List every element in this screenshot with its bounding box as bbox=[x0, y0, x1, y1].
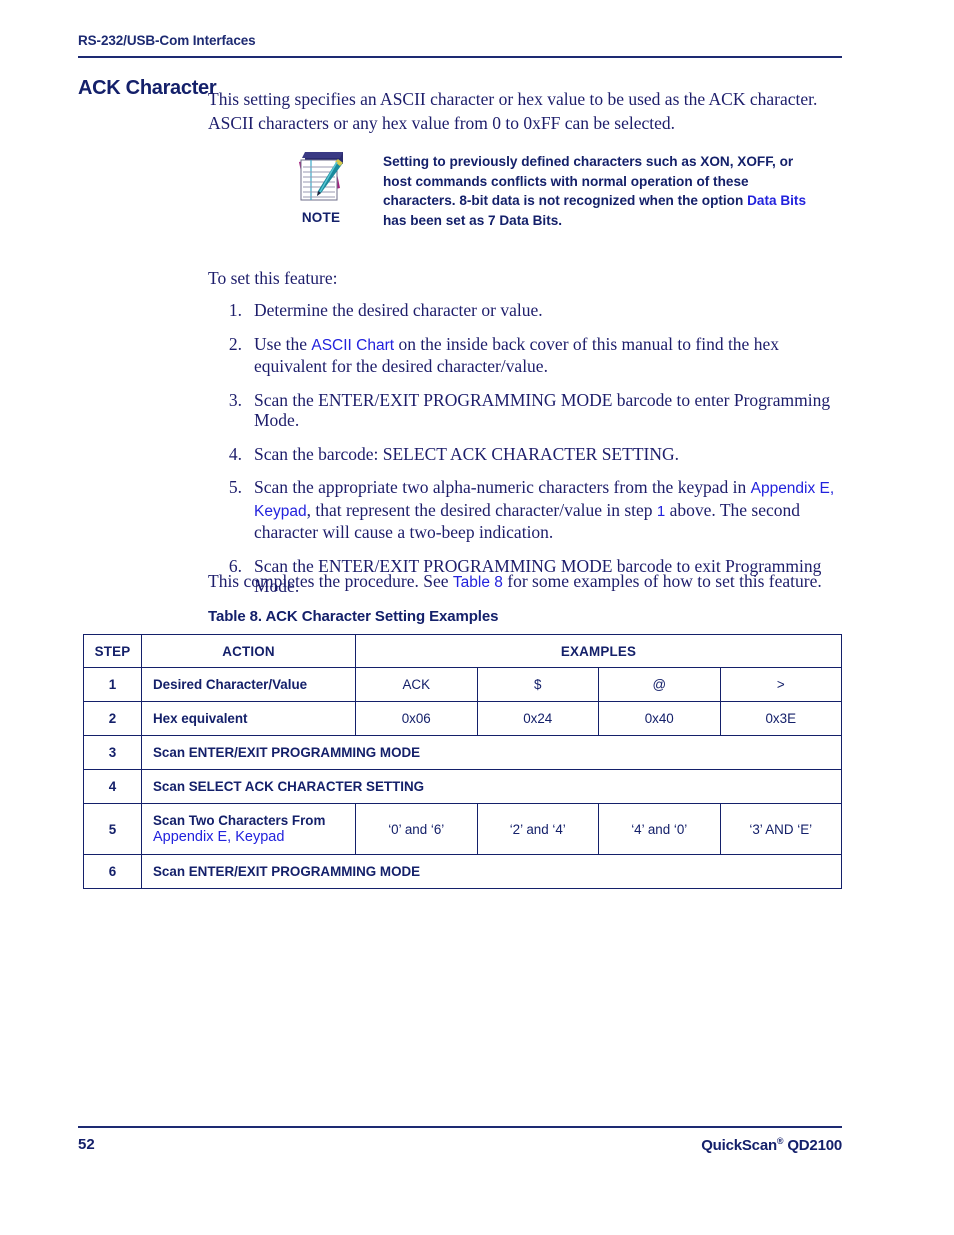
cell-example: ‘3’ AND ‘E’ bbox=[719, 803, 843, 855]
table-row: 2 Hex equivalent 0x06 0x24 0x40 0x3E bbox=[83, 701, 843, 736]
step-text-mid: , that represent the desired character/v… bbox=[306, 499, 657, 520]
cell-step: 3 bbox=[83, 735, 142, 770]
list-item: 2. Use the ASCII Chart on the inside bac… bbox=[208, 334, 842, 377]
data-bits-link[interactable]: Data Bits bbox=[747, 193, 806, 208]
cell-step: 6 bbox=[83, 854, 142, 889]
product-brand: QuickScan bbox=[701, 1137, 777, 1154]
table-caption: Table 8. ACK Character Setting Examples bbox=[208, 608, 499, 625]
cell-action: Scan ENTER/EXIT PROGRAMMING MODE bbox=[140, 735, 843, 770]
table-row: 1 Desired Character/Value ACK $ @ > bbox=[83, 667, 843, 702]
note-text-part1: Setting to previously defined characters… bbox=[383, 154, 794, 209]
procedure-lead-in: To set this feature: bbox=[208, 268, 338, 288]
column-header-action: ACTION bbox=[141, 634, 356, 668]
table-row: 3 Scan ENTER/EXIT PROGRAMMING MODE bbox=[83, 735, 843, 770]
step-text-pre: Scan the appropriate two alpha-numeric c… bbox=[254, 477, 751, 497]
cell-action-label: Scan Two Characters From bbox=[153, 813, 326, 828]
footer-divider bbox=[78, 1126, 842, 1128]
cell-example: ‘2’ and ‘4’ bbox=[476, 803, 599, 855]
cell-example: 0x06 bbox=[355, 701, 478, 736]
list-item: 1. Determine the desired character or va… bbox=[208, 300, 842, 321]
table-row: 6 Scan ENTER/EXIT PROGRAMMING MODE bbox=[83, 854, 843, 889]
step-number: 5. bbox=[228, 477, 242, 497]
list-item: 4. Scan the barcode: SELECT ACK CHARACTE… bbox=[208, 444, 842, 465]
step-number: 1. bbox=[228, 300, 242, 320]
cell-example: 0x40 bbox=[598, 701, 721, 736]
step-number: 2. bbox=[228, 333, 242, 354]
intro-paragraph-container: This setting specifies an ASCII characte… bbox=[208, 88, 842, 135]
step-number: 4. bbox=[228, 443, 242, 464]
cell-action: Desired Character/Value bbox=[141, 667, 356, 702]
ascii-chart-link[interactable]: ASCII Chart bbox=[311, 337, 394, 354]
cell-example: $ bbox=[476, 667, 599, 702]
step-number: 3. bbox=[228, 389, 242, 410]
cell-example: @ bbox=[598, 667, 721, 702]
cell-example: 0x3E bbox=[719, 701, 843, 736]
document-page: RS-232/USB-Com Interfaces ACK Character … bbox=[0, 0, 954, 1235]
step-text: Determine the desired character or value… bbox=[254, 300, 543, 320]
page-number: 52 bbox=[78, 1136, 95, 1153]
cell-example: > bbox=[719, 667, 843, 702]
running-header: RS-232/USB-Com Interfaces bbox=[78, 33, 256, 48]
closing-post: for some examples of how to set this fea… bbox=[502, 571, 822, 591]
cell-example: ‘4’ and ‘0’ bbox=[598, 803, 721, 855]
cell-action: Scan Two Characters From Appendix E, Key… bbox=[141, 803, 356, 855]
table-header-row: STEP ACTION EXAMPLES bbox=[83, 634, 843, 668]
step-text: Scan the ENTER/EXIT PROGRAMMING MODE bar… bbox=[254, 389, 831, 431]
cell-example: ‘0’ and ‘6’ bbox=[355, 803, 478, 855]
cell-action: Scan ENTER/EXIT PROGRAMMING MODE bbox=[140, 854, 843, 889]
product-model: QD2100 bbox=[783, 1137, 842, 1154]
table-8-link[interactable]: Table 8 bbox=[453, 574, 503, 591]
procedure-steps: 1. Determine the desired character or va… bbox=[208, 300, 842, 610]
step-reference-link[interactable]: 1 bbox=[657, 503, 665, 520]
list-item: 5. Scan the appropriate two alpha-numeri… bbox=[208, 477, 842, 543]
cell-action: Scan SELECT ACK CHARACTER SETTING bbox=[140, 769, 843, 804]
column-header-step: STEP bbox=[83, 634, 142, 668]
note-text-part2: has been set as 7 Data Bits. bbox=[383, 212, 563, 228]
cell-step: 4 bbox=[83, 769, 142, 804]
page-title: ACK Character bbox=[78, 77, 217, 100]
table-row: 5 Scan Two Characters From Appendix E, K… bbox=[83, 803, 843, 855]
examples-table-container: STEP ACTION EXAMPLES 1 Desired Character… bbox=[83, 634, 843, 889]
cell-step: 1 bbox=[83, 667, 142, 702]
step-text: Scan the barcode: SELECT ACK CHARACTER S… bbox=[254, 443, 679, 464]
note-label: NOTE bbox=[301, 210, 341, 225]
step-text-pre: Use the bbox=[254, 333, 312, 354]
cell-example: 0x24 bbox=[476, 701, 599, 736]
cell-step: 5 bbox=[83, 803, 142, 855]
table-row: 4 Scan SELECT ACK CHARACTER SETTING bbox=[83, 769, 843, 804]
closing-paragraph: This completes the procedure. See Table … bbox=[208, 571, 858, 593]
header-divider bbox=[78, 56, 842, 58]
cell-example: ACK bbox=[355, 667, 478, 702]
closing-pre: This completes the procedure. See bbox=[208, 571, 453, 591]
note-icon-container: NOTE bbox=[278, 148, 364, 225]
cell-step: 2 bbox=[83, 701, 142, 736]
product-name: QuickScan® QD2100 bbox=[701, 1136, 842, 1154]
list-item: 3. Scan the ENTER/EXIT PROGRAMMING MODE … bbox=[208, 390, 842, 431]
note-text: Setting to previously defined characters… bbox=[383, 152, 808, 230]
intro-paragraph: This setting specifies an ASCII characte… bbox=[208, 89, 818, 133]
cell-action: Hex equivalent bbox=[141, 701, 356, 736]
column-header-examples: EXAMPLES bbox=[354, 634, 843, 668]
appendix-e-keypad-link[interactable]: Appendix E, Keypad bbox=[153, 829, 355, 845]
ack-character-examples-table: STEP ACTION EXAMPLES 1 Desired Character… bbox=[83, 634, 843, 889]
notepad-pen-icon bbox=[299, 152, 343, 201]
